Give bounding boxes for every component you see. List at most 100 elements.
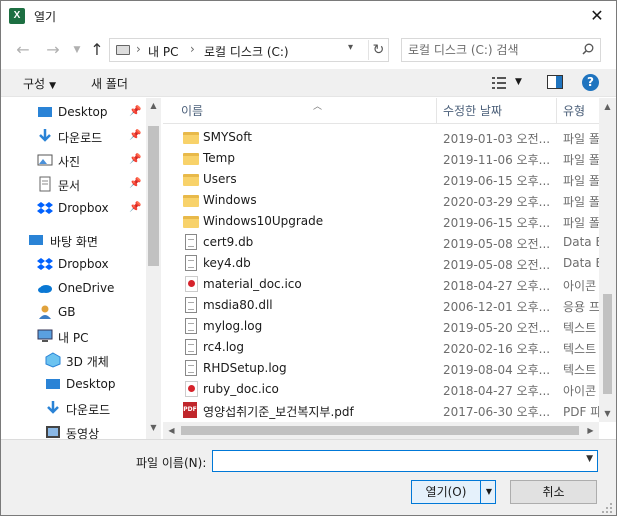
- close-button[interactable]: ✕: [579, 1, 615, 31]
- sidebar-item-wallpaper-desktop[interactable]: 바탕 화면: [1, 229, 146, 251]
- file-row[interactable]: material_doc.ico 2018-04-27 오후... 아이콘: [175, 274, 616, 295]
- sidebar-item-3d-objects[interactable]: 3D 개체: [1, 349, 146, 371]
- file-modified-date: 2020-02-16 오후...: [443, 342, 551, 356]
- refresh-button[interactable]: ↻: [368, 40, 388, 60]
- pc-icon: [116, 45, 130, 55]
- open-options-caret-icon[interactable]: ▼: [482, 481, 496, 503]
- sidebar-item-pc-downloads[interactable]: 다운로드: [1, 397, 146, 419]
- file-name: cert9.db: [203, 235, 254, 249]
- sidebar-item-downloads[interactable]: 다운로드 📌: [1, 125, 146, 147]
- column-header: 이름 ︿ 수정한 날짜 유형: [163, 98, 616, 124]
- chevron-down-icon[interactable]: ▼: [586, 454, 593, 464]
- file-row[interactable]: Windows10Upgrade 2019-06-15 오후... 파일 폴: [175, 211, 616, 232]
- file-row[interactable]: ruby_doc.ico 2018-04-27 오후... 아이콘: [175, 379, 616, 400]
- resize-grip-icon[interactable]: [601, 502, 613, 514]
- file-row[interactable]: Temp 2019-11-06 오후... 파일 폴: [175, 148, 616, 169]
- help-icon[interactable]: ?: [582, 74, 599, 91]
- sidebar-item-documents[interactable]: 문서 📌: [1, 173, 146, 195]
- sidebar-item-label: Dropbox: [58, 201, 109, 215]
- file-name: msdia80.dll: [203, 298, 273, 312]
- file-row[interactable]: PDF 영양섭취기준_보건복지부.pdf 2017-06-30 오후... PDF 파: [175, 400, 616, 421]
- open-dialog: X 열기 ✕ ← → ▼ ↑ › 내 PC › 로컬 디스크 (C:) ▾ ↻ …: [0, 0, 617, 516]
- sidebar-item-onedrive[interactable]: OneDrive: [1, 277, 146, 299]
- sidebar-item-this-pc[interactable]: 내 PC: [1, 325, 146, 347]
- sidebar-item-dropbox-pinned[interactable]: Dropbox 📌: [1, 197, 146, 219]
- file-modified-date: 2019-06-15 오후...: [443, 174, 551, 188]
- column-header-date[interactable]: 수정한 날짜: [437, 98, 557, 124]
- cancel-button[interactable]: 취소: [510, 480, 597, 504]
- scrollbar-thumb[interactable]: [603, 294, 612, 394]
- file-row[interactable]: Windows 2020-03-29 오후... 파일 폴: [175, 190, 616, 211]
- column-header-name[interactable]: 이름 ︿: [175, 98, 437, 124]
- up-button[interactable]: ↑: [87, 39, 107, 61]
- file-row[interactable]: rc4.log 2020-02-16 오후... 텍스트: [175, 337, 616, 358]
- filename-combobox[interactable]: ▼: [212, 450, 598, 472]
- file-icon: [185, 297, 197, 313]
- new-folder-button[interactable]: 새 폴더: [91, 75, 128, 92]
- file-modified-date: 2019-01-03 오전...: [443, 132, 551, 146]
- folder-icon: [183, 174, 199, 186]
- scroll-right-icon[interactable]: ▶: [582, 422, 599, 439]
- pin-icon[interactable]: 📌: [129, 202, 141, 213]
- file-name: rc4.log: [203, 340, 245, 354]
- view-options-icon[interactable]: [491, 75, 507, 91]
- sidebar-item-user[interactable]: GB: [1, 301, 146, 323]
- breadcrumb-local-disk[interactable]: 로컬 디스크 (C:): [204, 43, 289, 60]
- back-button[interactable]: ←: [13, 39, 33, 61]
- scroll-up-icon[interactable]: ▲: [146, 98, 161, 113]
- view-dropdown-caret-icon[interactable]: ▼: [515, 77, 522, 87]
- dropbox-icon: [37, 202, 53, 214]
- scrollbar-thumb[interactable]: [148, 126, 159, 266]
- pin-icon[interactable]: 📌: [129, 106, 141, 117]
- chevron-right-icon: ›: [136, 42, 141, 56]
- scroll-left-icon[interactable]: ◀: [163, 422, 180, 439]
- file-row[interactable]: key4.db 2019-05-08 오전... Data B: [175, 253, 616, 274]
- address-bar[interactable]: › 내 PC › 로컬 디스크 (C:) ▾ ↻: [109, 38, 389, 62]
- sidebar-item-pc-desktop[interactable]: Desktop: [1, 373, 146, 395]
- file-list-vertical-scrollbar[interactable]: ▲ ▼: [599, 98, 616, 422]
- file-name: Users: [203, 172, 237, 186]
- scroll-down-icon[interactable]: ▼: [599, 405, 616, 422]
- sidebar-item-label: 바탕 화면: [50, 235, 98, 249]
- download-icon: [39, 129, 51, 142]
- organize-button[interactable]: 구성 ▼: [23, 75, 56, 92]
- scroll-down-icon[interactable]: ▼: [146, 420, 161, 435]
- file-row[interactable]: cert9.db 2019-05-08 오전... Data B: [175, 232, 616, 253]
- file-list-horizontal-scrollbar[interactable]: ◀ ▶: [163, 422, 599, 439]
- file-row[interactable]: msdia80.dll 2006-12-01 오후... 응용 프: [175, 295, 616, 316]
- file-name: key4.db: [203, 256, 251, 270]
- open-button[interactable]: 열기(O): [412, 481, 481, 503]
- chevron-down-icon[interactable]: ▾: [348, 42, 353, 53]
- sidebar-item-pictures[interactable]: 사진 📌: [1, 149, 146, 171]
- pin-icon[interactable]: 📌: [129, 178, 141, 189]
- navigation-pane-scrollbar[interactable]: ▲ ▼: [146, 98, 161, 439]
- arrow-right-icon: →: [46, 40, 60, 59]
- filename-input[interactable]: [217, 452, 577, 470]
- file-modified-date: 2019-08-04 오후...: [443, 363, 551, 377]
- file-row[interactable]: SMYSoft 2019-01-03 오전... 파일 폴: [175, 127, 616, 148]
- pin-icon[interactable]: 📌: [129, 154, 141, 165]
- file-row[interactable]: mylog.log 2019-05-20 오전... 텍스트: [175, 316, 616, 337]
- preview-pane-icon[interactable]: [547, 75, 563, 89]
- recent-locations-button[interactable]: ▼: [67, 39, 87, 61]
- file-list: 이름 ︿ 수정한 날짜 유형 SMYSoft 2019-01-03 오전... 파일…: [163, 98, 616, 439]
- sidebar-item-label: GB: [58, 305, 76, 319]
- search-input[interactable]: [408, 40, 578, 60]
- chevron-right-icon[interactable]: ›: [190, 42, 195, 56]
- sidebar-item-dropbox[interactable]: Dropbox: [1, 253, 146, 275]
- scrollbar-thumb[interactable]: [181, 426, 579, 435]
- scroll-up-icon[interactable]: ▲: [599, 98, 616, 115]
- sidebar-item-label: 사진: [58, 155, 81, 169]
- breadcrumb-this-pc[interactable]: 내 PC: [148, 43, 178, 60]
- open-split-button[interactable]: 열기(O) ▼: [411, 480, 496, 504]
- search-box[interactable]: [401, 38, 601, 62]
- sidebar-item-desktop[interactable]: Desktop 📌: [1, 101, 146, 123]
- search-icon: [582, 43, 594, 55]
- dialog-footer: 파일 이름(N): ▼ 열기(O) ▼ 취소: [1, 439, 616, 515]
- file-row[interactable]: RHDSetup.log 2019-08-04 오후... 텍스트: [175, 358, 616, 379]
- forward-button[interactable]: →: [43, 39, 63, 61]
- file-row[interactable]: Users 2019-06-15 오후... 파일 폴: [175, 169, 616, 190]
- file-modified-date: 2018-04-27 오후...: [443, 384, 551, 398]
- pin-icon[interactable]: 📌: [129, 130, 141, 141]
- sidebar-item-videos[interactable]: 동영상: [1, 421, 146, 439]
